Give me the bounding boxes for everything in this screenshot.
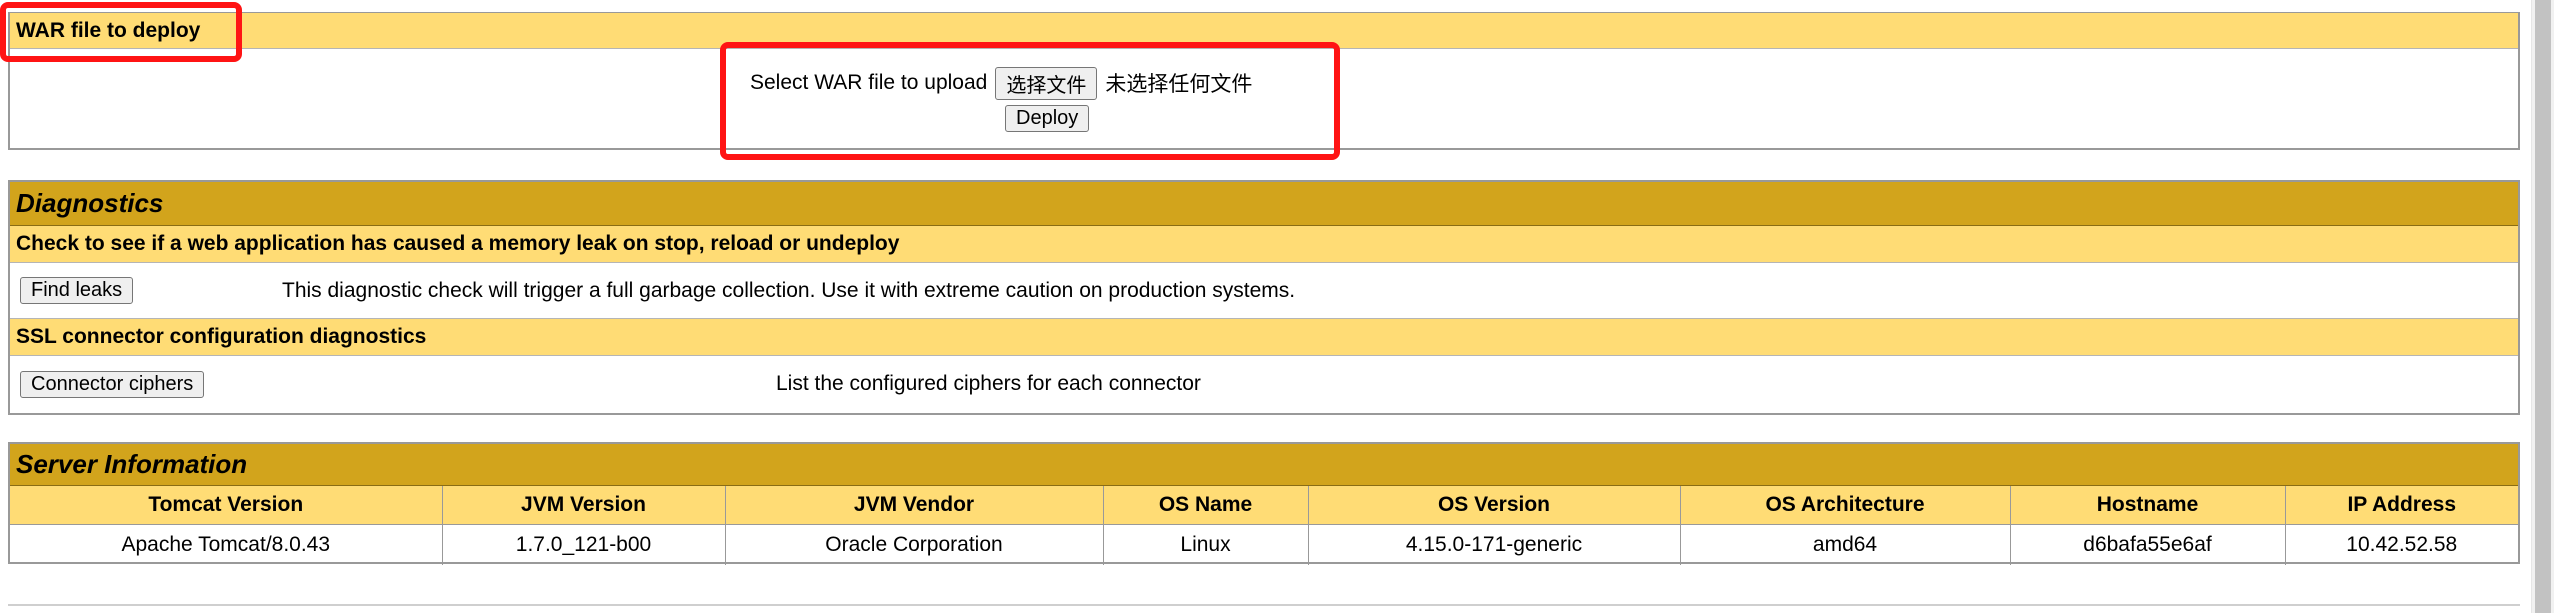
column-header: OS Architecture <box>1680 486 2011 525</box>
server-info-header-row: Tomcat Version JVM Version JVM Vendor OS… <box>10 486 2518 525</box>
server-information-title: Server Information <box>10 444 2518 486</box>
hostname-cell: d6bafa55e6af <box>2010 524 2286 565</box>
server-info-table: Tomcat Version JVM Version JVM Vendor OS… <box>10 486 2518 565</box>
find-leaks-button[interactable]: Find leaks <box>20 277 134 304</box>
diagnostics-section: Diagnostics Check to see if a web applic… <box>8 180 2520 415</box>
column-header: OS Name <box>1103 486 1309 525</box>
column-header: JVM Vendor <box>725 486 1104 525</box>
war-deploy-header: WAR file to deploy <box>10 13 2518 49</box>
os-name-cell: Linux <box>1103 524 1309 565</box>
upload-label: Select WAR file to upload <box>750 71 988 94</box>
vertical-scrollbar[interactable] <box>2531 0 2554 613</box>
connector-ciphers-row: Connector ciphers List the configured ci… <box>10 356 2518 412</box>
deploy-button[interactable]: Deploy <box>1005 105 1090 132</box>
no-file-chosen-text: 未选择任何文件 <box>1105 73 1253 96</box>
tomcat-version-cell: Apache Tomcat/8.0.43 <box>10 524 443 565</box>
column-header: JVM Version <box>442 486 726 525</box>
column-header: IP Address <box>2285 486 2518 525</box>
connector-ciphers-description: List the configured ciphers for each con… <box>776 372 1201 395</box>
connector-ciphers-button[interactable]: Connector ciphers <box>20 370 205 398</box>
footer-divider <box>8 604 2520 606</box>
column-header: OS Version <box>1308 486 1681 525</box>
jvm-vendor-cell: Oracle Corporation <box>725 524 1104 565</box>
war-deploy-section: WAR file to deploy Select WAR file to up… <box>8 12 2520 150</box>
column-header: Hostname <box>2010 486 2286 525</box>
find-leaks-description: This diagnostic check will trigger a ful… <box>282 278 1296 302</box>
ip-address-cell: 10.42.52.58 <box>2346 533 2458 556</box>
find-leaks-row: Find leaks This diagnostic check will tr… <box>10 263 2518 319</box>
upload-area: Select WAR file to upload 选择文件 未选择任何文件 <box>750 63 1252 103</box>
server-information-section: Server Information Tomcat Version JVM Ve… <box>8 442 2520 565</box>
os-architecture-cell: amd64 <box>1680 524 2011 565</box>
choose-file-button[interactable]: 选择文件 <box>995 66 1098 100</box>
os-version-cell: 4.15.0-171-generic <box>1308 524 1681 565</box>
column-header: Tomcat Version <box>10 486 443 525</box>
diagnostics-title: Diagnostics <box>10 182 2518 226</box>
tomcat-manager-page: WAR file to deploy Select WAR file to up… <box>0 0 2554 613</box>
jvm-version-cell: 1.7.0_121-b00 <box>442 524 726 565</box>
ssl-diagnostics-header: SSL connector configuration diagnostics <box>10 319 2518 356</box>
server-info-values-row: Apache Tomcat/8.0.43 1.7.0_121-b00 Oracl… <box>10 524 2518 565</box>
memory-leak-header: Check to see if a web application has ca… <box>10 226 2518 263</box>
scrollbar-thumb[interactable] <box>2535 0 2551 613</box>
